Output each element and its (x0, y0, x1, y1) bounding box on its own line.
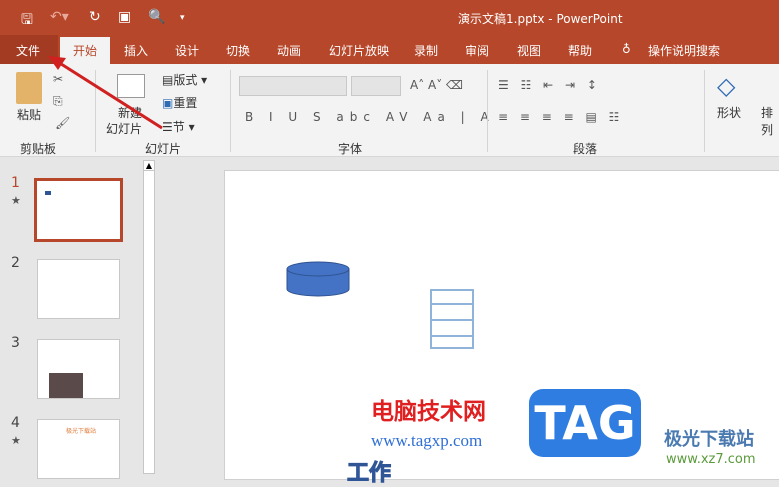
slide-number: 1 (11, 175, 20, 191)
slide-number: 4 (11, 415, 20, 431)
watermark-site: 极光下载站 (664, 429, 754, 450)
watermark-site-url: www.xz7.com (666, 452, 756, 467)
watermark-cn: 电脑技术网 (371, 399, 486, 425)
slide-thumbnail-1[interactable] (34, 178, 123, 242)
watermark-tag-logo: TAG (529, 389, 641, 457)
slide-thumbnail-3[interactable] (37, 339, 120, 399)
slide-number: 3 (11, 335, 20, 351)
animation-star-icon: ★ (11, 194, 21, 207)
thumbnail-scrollbar[interactable]: ▲ (143, 160, 155, 474)
ladder-shape (430, 289, 474, 349)
slide-text: 工作 (346, 461, 392, 487)
scroll-up-icon[interactable]: ▲ (144, 161, 154, 171)
watermark-url: www.tagxp.com (371, 431, 483, 450)
slide-number: 2 (11, 255, 20, 271)
slide-thumbnail-4[interactable]: 极光下载站 (37, 419, 120, 479)
slide-thumbnail-panel: 1 ★ 2 3 4 ★ 极光下载站 (0, 157, 143, 479)
cylinder-shape (286, 261, 350, 297)
animation-star-icon: ★ (11, 434, 21, 447)
slide-thumbnail-2[interactable] (37, 259, 120, 319)
